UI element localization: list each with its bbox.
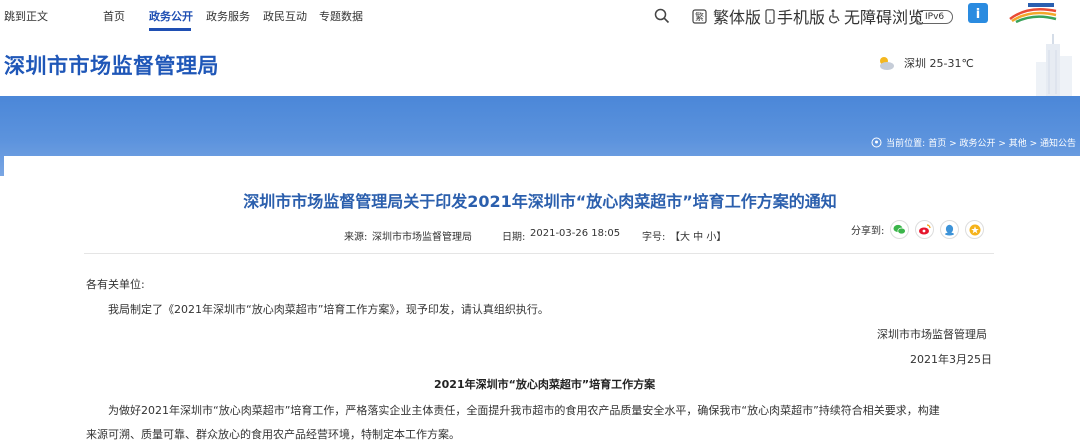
share-weibo-button[interactable] xyxy=(915,220,935,239)
share-bar: 分享到: xyxy=(851,220,985,239)
body-paragraph-3: 来源可溯、质量可靠、群众放心的食用农产品经营环境，特制定本工作方案。 xyxy=(86,428,460,441)
breadcrumb: 当前位置: 首页 > 政务公开 > 其他 > 通知公告 xyxy=(871,136,1076,149)
meta-divider xyxy=(84,253,994,254)
app-logo-icon: i xyxy=(968,3,988,23)
signing-date: 2021年3月25日 xyxy=(910,353,992,366)
accessibility-label: 无障碍浏览 xyxy=(844,8,925,27)
top-bar: 跳到正文 首页 政务公开 政务服务 政民互动 专题数据 繁 繁体版 手机版 无障… xyxy=(0,0,1080,31)
shenzhen-ribbon-logo-icon xyxy=(1009,3,1057,23)
signer-name: 深圳市市场监督管理局 xyxy=(877,328,987,341)
app-logo-button[interactable]: i xyxy=(968,3,988,23)
active-nav-indicator xyxy=(149,28,191,31)
share-qq-button[interactable] xyxy=(940,220,960,239)
nav-interaction[interactable]: 政民互动 xyxy=(263,8,307,24)
qq-icon xyxy=(945,224,955,235)
breadcrumb-path[interactable]: 首页 > 政务公开 > 其他 > 通知公告 xyxy=(928,136,1076,149)
date-label: 日期: xyxy=(502,232,526,243)
traditional-chinese-label: 繁体版 xyxy=(713,8,762,27)
location-pin-icon xyxy=(871,137,882,148)
share-label: 分享到: xyxy=(851,226,885,237)
svg-text:i: i xyxy=(976,7,980,22)
ipv6-badge: IPv6 xyxy=(916,7,954,27)
source-value: 深圳市市场监督管理局 xyxy=(372,232,472,243)
nav-government-affairs[interactable]: 政务公开 xyxy=(149,8,193,24)
share-favorite-button[interactable] xyxy=(965,220,985,239)
city-building-illustration xyxy=(1036,34,1072,96)
section-title: 2021年深圳市“放心肉菜超市”培育工作方案 xyxy=(434,378,656,391)
shenzhen-logo xyxy=(1008,2,1058,23)
salutation: 各有关单位: xyxy=(86,278,145,291)
site-title[interactable]: 深圳市市场监督管理局 xyxy=(4,50,219,80)
search-icon xyxy=(654,8,670,24)
nav-topics[interactable]: 专题数据 xyxy=(319,8,363,24)
traditional-chinese-icon: 繁 xyxy=(692,8,707,24)
skip-to-content-link[interactable]: 跳到正文 xyxy=(4,8,48,24)
weather-text: 深圳 25-31℃ xyxy=(904,57,974,70)
font-size-options[interactable]: 【大 中 小】 xyxy=(670,228,726,243)
source-label: 来源: xyxy=(344,232,368,243)
mobile-version-label: 手机版 xyxy=(777,8,826,27)
breadcrumb-label: 当前位置: xyxy=(886,139,926,149)
mobile-version-button[interactable]: 手机版 xyxy=(765,6,826,27)
weather-cloud-sun-icon xyxy=(880,57,894,70)
wheelchair-icon xyxy=(829,9,840,23)
ipv6-label: IPv6 xyxy=(916,10,954,24)
share-wechat-button[interactable] xyxy=(890,220,910,239)
nav-home[interactable]: 首页 xyxy=(103,8,125,24)
body-paragraph-1: 我局制定了《2021年深圳市“放心肉菜超市”培育工作方案》，现予印发，请认真组织… xyxy=(108,303,549,316)
body-paragraph-2: 为做好2021年深圳市“放心肉菜超市”培育工作，严格落实企业主体责任，全面提升我… xyxy=(108,404,940,417)
mobile-phone-icon xyxy=(765,8,775,24)
accessibility-button[interactable]: 无障碍浏览 xyxy=(828,6,925,27)
font-size-label: 字号: xyxy=(642,232,666,243)
star-icon xyxy=(969,224,981,235)
search-button[interactable] xyxy=(654,6,670,26)
article-title: 深圳市市场监督管理局关于印发2021年深圳市“放心肉菜超市”培育工作方案的通知 xyxy=(243,192,837,211)
weibo-icon xyxy=(919,224,931,235)
wechat-icon xyxy=(893,224,907,235)
weather-widget: 深圳 25-31℃ xyxy=(876,55,974,71)
svg-text:繁: 繁 xyxy=(695,11,704,23)
traditional-chinese-button[interactable]: 繁 繁体版 xyxy=(692,6,762,27)
nav-services[interactable]: 政务服务 xyxy=(206,8,250,24)
date-value: 2021-03-26 18:05 xyxy=(530,228,621,239)
